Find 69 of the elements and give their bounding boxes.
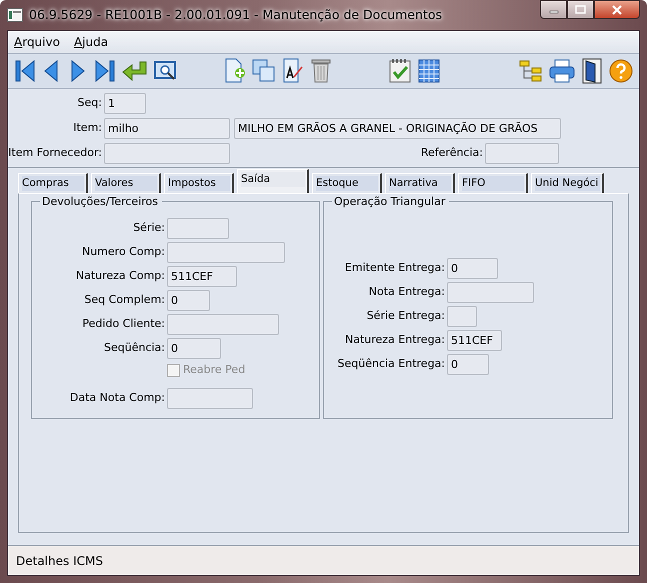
input-field[interactable] <box>104 143 230 164</box>
field-label: Data Nota Comp: <box>68 390 165 406</box>
input-field[interactable]: 0 <box>167 338 221 359</box>
close-button[interactable] <box>594 0 640 19</box>
close-icon <box>611 4 623 14</box>
door-icon[interactable] <box>581 58 603 84</box>
edit-document-icon[interactable] <box>282 58 304 84</box>
tab[interactable]: Estoque <box>312 173 382 193</box>
minimize-button[interactable] <box>540 0 567 19</box>
field-label: Numero Comp: <box>80 244 165 260</box>
magnifier-icon[interactable] <box>154 60 178 82</box>
checkbox: Reabre Ped <box>167 362 319 378</box>
input-field[interactable]: 0 <box>167 290 210 311</box>
tab[interactable]: Valores <box>91 173 161 193</box>
trash-icon[interactable] <box>310 58 332 84</box>
group-title: Devoluções/Terceiros <box>40 194 162 210</box>
field-label: Seq Complem: <box>83 292 165 308</box>
input-field[interactable]: 1 <box>104 93 146 114</box>
field-label: Referência: <box>420 145 484 162</box>
triangle-left-icon[interactable] <box>42 59 60 83</box>
input-field[interactable]: MILHO EM GRÃOS A GRANEL - ORIGINAÇÃO DE GRÃOS <box>234 118 561 139</box>
tab[interactable]: Saída <box>237 169 309 193</box>
input-field[interactable] <box>485 143 559 164</box>
input-field[interactable] <box>447 306 477 327</box>
input-field[interactable]: 511CEF <box>447 330 502 351</box>
input-field[interactable]: 511CEF <box>167 266 237 287</box>
skip-first-icon[interactable] <box>14 59 36 83</box>
calendar-icon[interactable] <box>418 59 440 83</box>
menu-item[interactable]: Arquivo <box>14 33 60 51</box>
return-arrow-icon[interactable] <box>122 60 148 82</box>
field-label: Item: <box>72 120 103 136</box>
input-field[interactable] <box>167 388 253 408</box>
help-icon[interactable] <box>609 59 633 83</box>
field-label: Item Fornecedor: <box>8 145 103 162</box>
field-label: Série: <box>132 220 165 236</box>
field-label: Emitente Entrega: <box>344 260 445 276</box>
new-document-icon[interactable] <box>224 58 246 84</box>
field-label: Seqüência Entrega: <box>336 356 445 372</box>
tab[interactable]: Impostos <box>164 173 234 193</box>
input-field[interactable]: 0 <box>447 354 489 375</box>
menu-item[interactable]: Ajuda <box>74 33 108 51</box>
field-label: Série Entrega: <box>366 308 445 324</box>
window-title: 06.9.5629 - RE1001B - 2.00.01.091 - Manutenção de Documentos <box>29 6 442 24</box>
field-label: Nota Entrega: <box>368 284 445 300</box>
field-label: Seq: <box>76 95 103 112</box>
maximize-icon <box>575 5 586 14</box>
tree-icon[interactable] <box>519 59 543 83</box>
checklist-icon[interactable] <box>388 58 412 84</box>
status-text: Detalhes ICMS <box>16 552 103 570</box>
printer-icon[interactable] <box>549 59 575 83</box>
maximize-button[interactable] <box>567 0 594 19</box>
tab[interactable]: Compras <box>18 173 88 193</box>
app-icon <box>7 8 23 22</box>
input-field[interactable] <box>167 218 229 239</box>
input-field[interactable] <box>447 282 534 303</box>
tab[interactable]: Narrativa <box>385 173 455 193</box>
tab[interactable]: Unid Negóci <box>531 173 604 193</box>
tab[interactable]: FIFO <box>458 173 528 193</box>
field-label: Natureza Entrega: <box>344 332 445 348</box>
input-field[interactable]: 0 <box>447 258 498 279</box>
input-field[interactable] <box>167 314 279 335</box>
input-field[interactable] <box>167 242 285 263</box>
skip-last-icon[interactable] <box>94 59 116 83</box>
copy-icon[interactable] <box>252 59 276 83</box>
field-label: Natureza Comp: <box>74 268 165 284</box>
input-field[interactable]: milho <box>104 118 230 139</box>
field-label: Seqüência: <box>103 340 165 356</box>
group-title: Operação Triangular <box>332 194 450 210</box>
field-label: Pedido Cliente: <box>81 316 165 332</box>
